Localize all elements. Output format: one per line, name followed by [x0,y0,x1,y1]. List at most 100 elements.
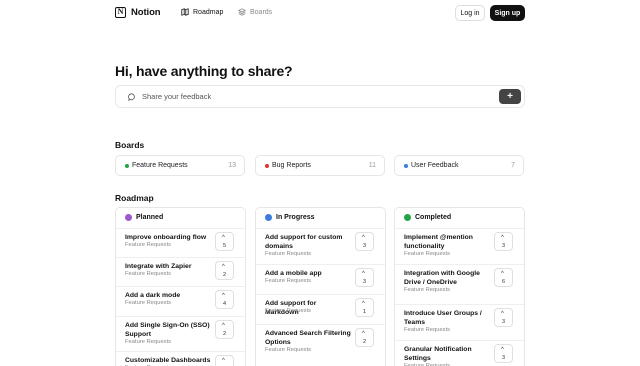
roadmap-item-title: Granular Notification Settings [404,346,472,362]
board-count: 11 [368,162,376,169]
upvote-button[interactable]: ^ 2 [215,320,234,339]
board-dot [404,164,408,168]
roadmap-item-title: Implement @mention functionality [404,234,473,250]
roadmap-item-title: Customizable Dashboards [125,357,211,364]
column-label: In Progress [276,214,315,221]
nav-boards[interactable]: Boards [238,8,272,16]
planned-status-icon [125,214,132,221]
upvote-button[interactable]: ^ 2 [215,261,234,280]
vote-count: 6 [501,279,506,285]
board-label: User Feedback [411,162,459,169]
upvote-caret-icon: ^ [222,323,225,329]
board-card-user-feedback[interactable]: User Feedback 7 [394,155,524,176]
roadmap-item-board: Feature Requests [125,242,172,248]
vote-count: 3 [501,243,506,249]
login-button[interactable]: Log in [455,5,485,21]
roadmap-item-board: Feature Requests [265,278,312,284]
layers-icon [238,8,246,16]
roadmap-item-title: Add a mobile app [265,270,322,277]
upvote-button[interactable]: ^ 3 [355,268,374,287]
logo[interactable]: N Notion [115,7,161,18]
vote-count: 4 [222,301,227,307]
vote-count: 2 [222,331,227,337]
roadmap-item[interactable]: Add a mobile app Feature Requests ^ 3 [256,264,385,287]
column-label: Completed [415,214,452,221]
roadmap-item[interactable]: Advanced Search Filtering Options Feature… [256,324,385,353]
roadmap-column-in-progress: In Progress Add support for custom domai… [255,207,386,366]
upvote-button[interactable]: ^ 2 [355,328,374,347]
roadmap-item-title: Add support for custom domains [265,234,343,250]
roadmap-item-title: Add a dark mode [125,292,181,299]
vote-count: 2 [362,339,367,345]
map-icon [181,8,189,16]
roadmap-item[interactable]: Add a dark mode Feature Requests ^ 4 [116,286,245,309]
top-nav: N Notion Roadmap Boards Log in Sign up [0,0,640,26]
upvote-caret-icon: ^ [501,347,504,353]
roadmap-item[interactable]: Improve onboarding flow Feature Requests ^… [116,228,245,251]
column-label: Planned [136,214,164,221]
nav-roadmap[interactable]: Roadmap [181,8,223,16]
roadmap-item-board: Feature Requests [404,251,451,257]
upvote-button[interactable]: ^ 3 [494,232,513,251]
roadmap-item[interactable]: Add support for custom domains Feature Re… [256,228,385,257]
signup-button[interactable]: Sign up [490,5,525,21]
upvote-button[interactable]: ^ 4 [215,290,234,309]
vote-count: 3 [501,355,506,361]
roadmap-item-title: Add Single Sign-On (SSO) Support [125,322,210,338]
vote-count: 3 [362,279,367,285]
roadmap-item[interactable]: Implement @mention functionality Feature … [395,228,524,257]
roadmap-item-title: Improve onboarding flow [125,234,207,241]
upvote-button[interactable]: ^ 3 [494,344,513,363]
board-dot [125,164,129,168]
vote-count: 5 [222,243,227,249]
upvote-button[interactable]: ^ [215,355,234,366]
upvote-caret-icon: ^ [362,235,365,241]
upvote-button[interactable]: ^ 1 [355,298,374,317]
board-card-feature-requests[interactable]: Feature Requests 13 [115,155,245,176]
upvote-caret-icon: ^ [362,271,365,277]
upvote-caret-icon: ^ [501,235,504,241]
roadmap-item[interactable]: Integrate with Zapier Feature Requests ^ 2 [116,257,245,280]
upvote-caret-icon: ^ [222,358,225,364]
roadmap-item-board: Feature Requests [125,271,172,277]
page-title: Hi, have anything to share? [115,63,293,79]
upvote-button[interactable]: ^ 6 [494,268,513,287]
share-feedback-input[interactable]: Share your feedback + [115,85,525,108]
roadmap-item-title: Advanced Search Filtering Options [265,330,351,346]
roadmap-item[interactable]: Integration with Google Drive / OneDrive… [395,264,524,293]
comment-icon [128,93,135,101]
roadmap-item-title: Integrate with Zapier [125,263,192,270]
upvote-button[interactable]: ^ 5 [215,232,234,251]
board-dot [265,164,269,168]
column-header: Planned [125,214,163,221]
roadmap-item-board: Feature Requests [404,287,451,293]
upvote-button[interactable]: ^ 3 [355,232,374,251]
board-count: 7 [511,162,515,169]
vote-count: 2 [222,272,227,278]
roadmap-item[interactable]: Introduce User Groups / Teams Feature Req… [395,304,524,333]
roadmap-item-board: Feature Requests [265,347,312,353]
roadmap-item-title: Introduce User Groups / Teams [404,310,482,326]
roadmap-item-board: Feature Requests [265,308,312,314]
nav-boards-label: Boards [250,8,273,16]
upvote-caret-icon: ^ [501,311,504,317]
roadmap-column-completed: Completed Implement @mention functionali… [394,207,525,366]
roadmap-item[interactable]: Add Single Sign-On (SSO) Support Feature … [116,316,245,345]
board-card-bug-reports[interactable]: Bug Reports 11 [255,155,385,176]
upvote-caret-icon: ^ [222,264,225,270]
share-placeholder: Share your feedback [142,92,212,101]
add-feedback-button[interactable]: + [499,89,521,104]
roadmap-item[interactable]: Customizable DashboardsFeature Requests^ [116,351,245,366]
roadmap-item[interactable]: Granular Notification Settings Feature Re… [395,340,524,366]
completed-status-icon [404,214,411,221]
vote-count: 3 [362,243,367,249]
roadmap-item-board: Feature Requests [404,327,451,333]
roadmap-item[interactable]: Add support for Markdown Feature Requests… [256,294,385,317]
vote-count: 1 [362,309,367,315]
roadmap-column-planned: Planned Improve onboarding flow Feature R… [115,207,246,366]
logo-text: Notion [131,7,161,18]
column-header: Completed [404,214,451,221]
boards-heading: Boards [115,140,145,150]
upvote-caret-icon: ^ [222,235,225,241]
upvote-button[interactable]: ^ 3 [494,308,513,327]
